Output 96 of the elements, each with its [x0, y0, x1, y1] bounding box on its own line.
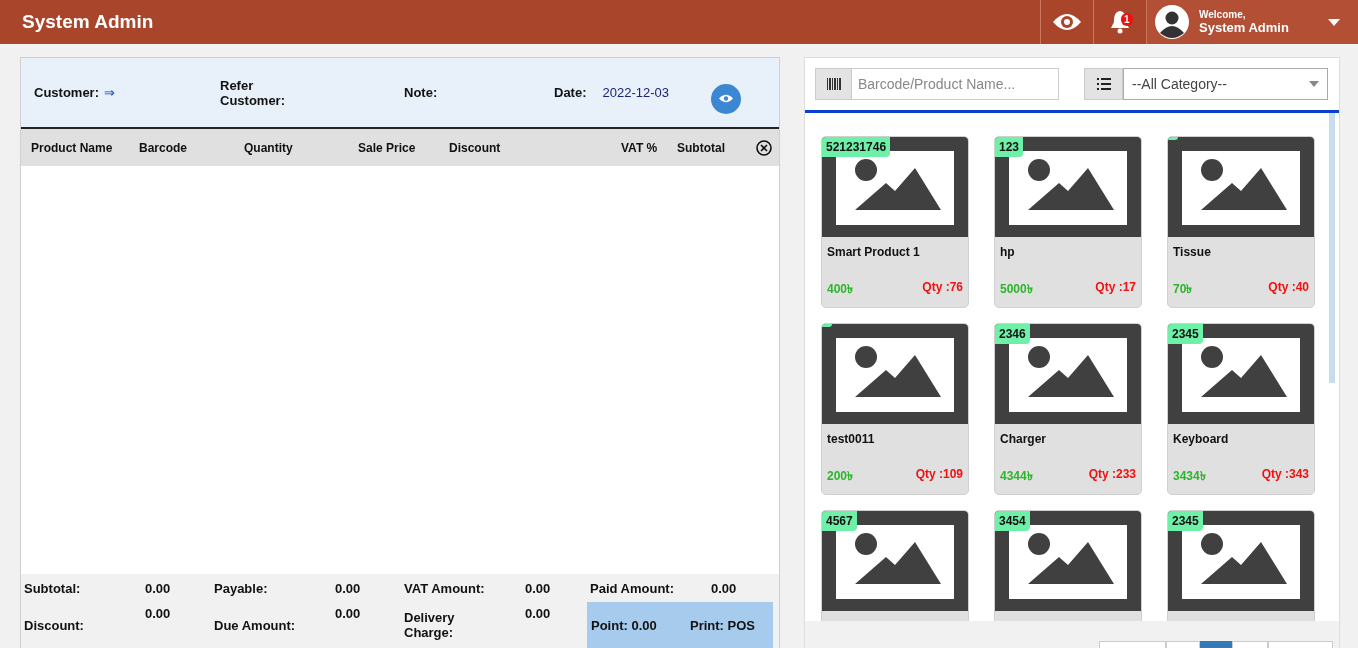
summary-label: Subtotal:: [23, 579, 82, 598]
print-text: Print: POS: [690, 617, 755, 633]
barcode-badge: 123: [995, 137, 1024, 157]
notification-count: 1: [1121, 13, 1133, 26]
date-value: 2022-12-03: [602, 85, 670, 100]
image-placeholder-icon: [822, 511, 968, 611]
image-placeholder-icon: [822, 324, 968, 424]
summary-label: Delivery Charge:: [403, 609, 456, 642]
category-select[interactable]: --All Category--: [1123, 68, 1328, 100]
close-icon[interactable]: [756, 139, 772, 156]
barcode-badge: [1168, 137, 1178, 140]
user-menu[interactable]: Welcome, System Admin: [1146, 0, 1358, 44]
page-button[interactable]: [1232, 641, 1268, 648]
scrollbar[interactable]: [1329, 113, 1335, 383]
user-name: System Admin: [1199, 20, 1290, 35]
product-card[interactable]: 4567: [821, 510, 969, 621]
product-name: Tissue: [1172, 244, 1212, 261]
product-price: 200৳: [827, 468, 854, 485]
image-placeholder-icon: [1168, 137, 1314, 237]
summary-label: Due Amount:: [213, 616, 297, 635]
column-header: Subtotal: [677, 140, 726, 155]
page-button[interactable]: [1268, 641, 1333, 648]
eye-icon: [718, 94, 733, 103]
eye-icon: [1052, 12, 1082, 32]
page-button[interactable]: [1166, 641, 1200, 648]
column-header: Discount: [449, 140, 502, 155]
summary-label: VAT Amount:: [403, 579, 486, 598]
summary-value: 0.00: [334, 579, 362, 598]
product-price: 5000৳: [1000, 281, 1033, 298]
barcode-badge: 2346: [995, 324, 1030, 344]
caret-icon: [1328, 18, 1340, 26]
summary-label: Discount:: [23, 616, 85, 635]
product-price: 70৳: [1173, 281, 1193, 298]
date-label: Date:: [554, 85, 587, 100]
product-price: 4344৳: [1000, 468, 1033, 485]
product-card[interactable]: test0011 200৳ Qty :109: [821, 323, 969, 495]
barcode-badge: [822, 324, 832, 327]
summary-value: 0.00: [144, 605, 172, 623]
product-quantity: Qty :17: [1095, 280, 1136, 296]
image-placeholder-icon: [1168, 324, 1314, 424]
column-header: Barcode: [139, 140, 189, 155]
barcode-badge: 4567: [822, 511, 857, 531]
barcode-badge: 2345: [1168, 511, 1203, 531]
image-placeholder-icon: [822, 137, 968, 237]
search-field[interactable]: Barcode/Product Name...: [852, 68, 1059, 100]
product-quantity: Qty :109: [915, 467, 963, 483]
product-quantity: Qty :76: [922, 280, 963, 296]
product-quantity: Qty :233: [1088, 467, 1136, 483]
barcode-badge: 3454: [995, 511, 1030, 531]
product-price: 3434৳: [1173, 468, 1206, 485]
product-name: Keyboard: [1172, 431, 1230, 448]
summary-value: 0.00: [524, 605, 552, 623]
product-card[interactable]: 123 hp 5000৳ Qty :17: [994, 136, 1142, 308]
product-price: 400৳: [827, 281, 854, 298]
product-card[interactable]: 2345 Keyboard 3434৳ Qty :343: [1167, 323, 1315, 495]
caret-icon: [1309, 81, 1319, 87]
summary-label: Paid Amount:: [589, 579, 675, 598]
summary-value: 0.00: [144, 579, 172, 598]
column-header: Sale Price: [358, 140, 417, 155]
product-card[interactable]: 521231746 Smart Product 1 400৳ Qty :76: [821, 136, 969, 308]
product-name: test0011: [826, 431, 876, 448]
product-name: hp: [999, 244, 1016, 261]
avatar-icon: [1155, 5, 1189, 39]
product-name: Smart Product 1: [826, 244, 921, 261]
barcode-badge: 2345: [1168, 324, 1203, 344]
product-card[interactable]: 3454: [994, 510, 1142, 621]
welcome-text: Welcome,: [1199, 9, 1247, 20]
column-header: Quantity: [244, 140, 294, 155]
product-quantity: Qty :343: [1261, 467, 1309, 483]
column-header: VAT %: [621, 140, 659, 155]
barcode-badge: 521231746: [822, 137, 891, 157]
page-button[interactable]: [1099, 641, 1166, 648]
list-icon: [1096, 78, 1111, 90]
summary-value: 0.00: [524, 579, 552, 598]
summary-value: 0.00: [334, 605, 362, 623]
image-placeholder-icon: [995, 511, 1141, 611]
note-label: Note:: [404, 85, 439, 100]
image-placeholder-icon: [995, 137, 1141, 237]
point-text: Point: 0.00: [591, 617, 657, 633]
product-name: Charger: [999, 431, 1047, 448]
summary-label: Payable:: [213, 579, 269, 598]
app-title: System Admin: [21, 11, 155, 33]
product-card[interactable]: 2346 Charger 4344৳ Qty :233: [994, 323, 1142, 495]
refer-customer-label: Refer Customer:: [220, 77, 286, 108]
view-button[interactable]: [710, 83, 741, 114]
summary-value: 0.00: [710, 579, 738, 598]
page-button[interactable]: [1200, 641, 1232, 648]
image-placeholder-icon: [1168, 511, 1314, 611]
product-card[interactable]: 2345: [1167, 510, 1315, 621]
column-header: Product Name: [31, 140, 114, 155]
barcode-icon: [826, 78, 841, 90]
customer-label: Customer:: [34, 85, 100, 100]
product-quantity: Qty :40: [1268, 280, 1309, 296]
image-placeholder-icon: [995, 324, 1141, 424]
customer-arrow[interactable]: ⇒: [104, 85, 220, 100]
product-card[interactable]: Tissue 70৳ Qty :40: [1167, 136, 1315, 308]
